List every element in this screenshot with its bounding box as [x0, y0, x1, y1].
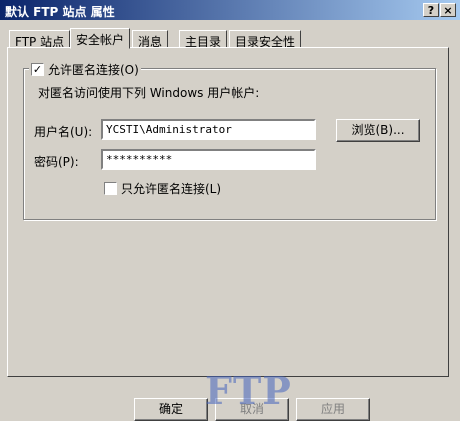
tab-security-accounts[interactable]: 安全帐户	[70, 28, 131, 49]
help-button[interactable]: ?	[423, 3, 439, 17]
browse-button[interactable]: 浏览(B)...	[336, 119, 420, 142]
ok-button[interactable]: 确定	[134, 398, 208, 421]
username-input[interactable]: YCSTI\Administrator	[101, 119, 316, 140]
description-text: 对匿名访问使用下列 Windows 用户帐户:	[38, 86, 260, 100]
anonymous-only-check-icon	[104, 182, 117, 195]
title-bar: 默认 FTP 站点 属性 ? ×	[0, 0, 460, 20]
tab-home-directory[interactable]: 主目录	[179, 30, 228, 49]
anonymous-only-label: 只允许匿名连接(L)	[121, 182, 222, 196]
allow-anonymous-checkbox[interactable]: ✓ 允许匿名连接(O)	[29, 61, 141, 78]
password-input[interactable]: **********	[101, 149, 316, 170]
password-label: 密码(P):	[34, 155, 79, 169]
apply-button[interactable]: 应用	[296, 398, 370, 421]
tab-directory-security[interactable]: 目录安全性	[229, 30, 302, 49]
watermark-logo: FTP	[205, 368, 292, 413]
tab-messages[interactable]: 消息	[132, 30, 169, 49]
username-label: 用户名(U):	[34, 125, 93, 139]
allow-anonymous-label: 允许匿名连接(O)	[48, 63, 139, 77]
allow-anonymous-check-icon: ✓	[31, 63, 44, 76]
window-title: 默认 FTP 站点 属性	[5, 5, 115, 19]
tab-ftp-site[interactable]: FTP 站点	[9, 30, 71, 49]
close-button[interactable]: ×	[440, 3, 456, 17]
anonymous-only-checkbox[interactable]: 只允许匿名连接(L)	[104, 180, 221, 197]
